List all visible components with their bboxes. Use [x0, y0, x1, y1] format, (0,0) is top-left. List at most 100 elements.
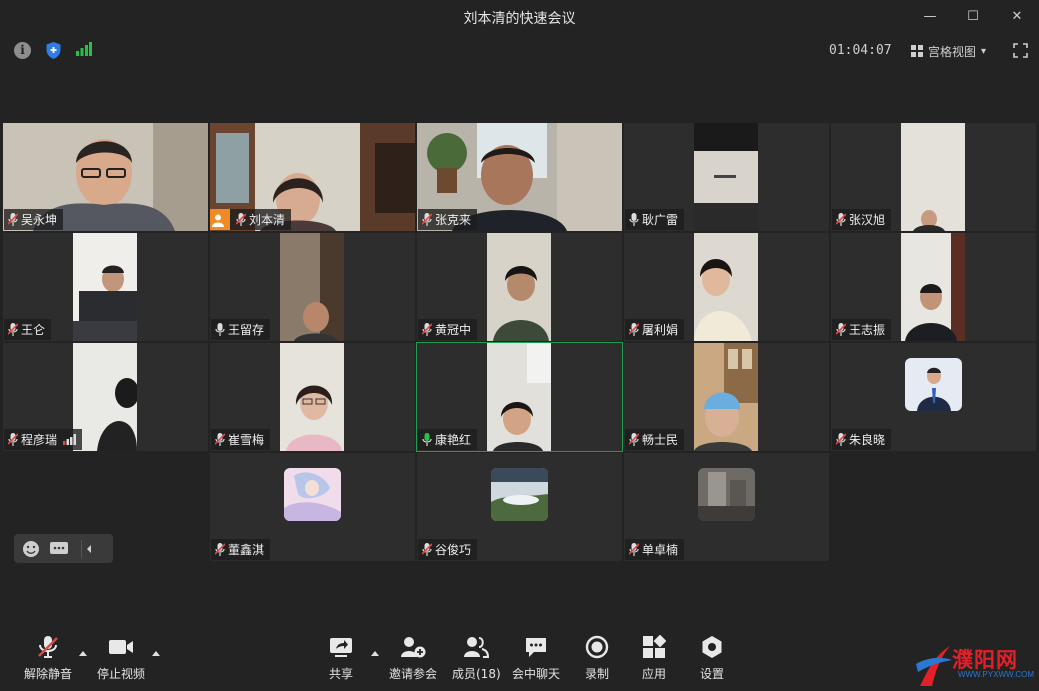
- participant-tile[interactable]: 畅士民: [624, 343, 829, 451]
- message-button[interactable]: [49, 540, 69, 558]
- host-icon: [210, 209, 230, 230]
- participant-tile[interactable]: 单卓楠: [624, 453, 829, 561]
- view-mode-label: 宫格视图: [928, 44, 977, 59]
- participant-name: 屠利娟: [642, 323, 679, 337]
- mic-muted-icon: [8, 323, 18, 336]
- shield-icon[interactable]: [45, 41, 62, 60]
- participant-name-badge: 黄冠中: [418, 319, 478, 340]
- mic-muted-icon: [8, 433, 18, 446]
- mic-muted-icon: [836, 433, 846, 446]
- participant-tile-active-speaker[interactable]: 康艳红: [416, 342, 623, 452]
- participant-name: 耿广雷: [642, 213, 679, 227]
- members-button[interactable]: 成员(18): [452, 635, 501, 682]
- participant-name-badge: 朱良晓: [832, 429, 892, 450]
- record-button[interactable]: 录制: [584, 635, 610, 682]
- maximize-button[interactable]: ☐: [961, 6, 985, 28]
- participant-tile[interactable]: 吴永坤: [3, 123, 208, 231]
- share-options-caret[interactable]: [371, 651, 379, 656]
- participant-name-badge: 单卓楠: [625, 539, 685, 560]
- mic-muted-icon: [422, 543, 432, 556]
- view-mode-button[interactable]: 宫格视图 ▾: [911, 42, 986, 60]
- mic-icon: [629, 213, 639, 226]
- mic-muted-icon: [215, 433, 225, 446]
- participant-tile[interactable]: 崔雪梅: [210, 343, 415, 451]
- participant-name-badge: 王仑: [4, 319, 52, 340]
- participant-name-badge: 崔雪梅: [211, 429, 271, 450]
- close-button[interactable]: ✕: [1005, 6, 1029, 28]
- video-options-caret[interactable]: [152, 651, 160, 656]
- participant-tile[interactable]: 黄冠中: [417, 233, 622, 341]
- emoji-button[interactable]: [21, 540, 41, 558]
- watermark-logo-icon: [916, 646, 952, 686]
- participant-video: [901, 123, 965, 231]
- participant-avatar: [905, 358, 962, 411]
- participant-name-badge: 王留存: [211, 319, 271, 340]
- audio-options-caret[interactable]: [79, 651, 87, 656]
- participant-name-badge: 屠利娟: [625, 319, 685, 340]
- chat-icon: [526, 638, 546, 657]
- invite-button[interactable]: 邀请参会: [389, 635, 437, 682]
- participant-tile[interactable]: 王留存: [210, 233, 415, 341]
- mic-muted-icon: [236, 213, 246, 226]
- participant-tile[interactable]: 王仑: [3, 233, 208, 341]
- participant-video: [487, 343, 551, 451]
- stop-video-label: 停止视频: [97, 667, 146, 681]
- participant-name-badge: 吴永坤: [4, 209, 64, 230]
- video-camera-icon: [109, 640, 133, 654]
- participant-tile[interactable]: 王志振: [831, 233, 1036, 341]
- fullscreen-icon[interactable]: [1013, 43, 1028, 58]
- stop-video-button[interactable]: 停止视频: [97, 635, 145, 682]
- participant-name-badge: 耿广雷: [625, 209, 685, 230]
- share-button[interactable]: 共享: [328, 635, 354, 682]
- participant-name: 吴永坤: [21, 213, 58, 227]
- participant-name: 王留存: [228, 323, 265, 337]
- meeting-title: 刘本清的快速会议: [463, 11, 576, 27]
- participant-name-badge: 程彦瑞: [4, 429, 83, 450]
- settings-button[interactable]: 设置: [699, 635, 725, 682]
- participant-tile[interactable]: 谷俊巧: [417, 453, 622, 561]
- mic-muted-icon: [629, 433, 639, 446]
- meeting-timer: 01:04:07: [829, 43, 892, 58]
- apps-icon: [643, 635, 666, 658]
- participant-avatar: [491, 468, 548, 521]
- participant-tile[interactable]: 刘本清: [210, 123, 415, 231]
- mic-icon: [215, 323, 225, 336]
- participant-video: [280, 233, 344, 341]
- participant-name-badge: 康艳红: [418, 429, 478, 450]
- participant-video: [694, 123, 758, 231]
- emoji-icon: [23, 540, 39, 557]
- participant-video: [73, 233, 137, 341]
- participant-name: 朱良晓: [849, 433, 886, 447]
- mic-muted-icon: [836, 213, 846, 226]
- collapse-button[interactable]: [81, 539, 95, 558]
- message-icon: [50, 541, 68, 554]
- record-icon: [585, 635, 609, 659]
- participant-tile[interactable]: 董鑫淇: [210, 453, 415, 561]
- minimize-button[interactable]: —: [918, 6, 942, 28]
- participant-avatar: [284, 468, 341, 521]
- participant-name: 刘本清: [249, 213, 286, 227]
- participant-tile[interactable]: 耿广雷: [624, 123, 829, 231]
- site-watermark: 濮阳网 WWW.PYXWW.COM: [914, 636, 1036, 690]
- mic-muted-icon: [422, 323, 432, 336]
- members-icon: [464, 637, 490, 658]
- participant-name-badge: 张克来: [418, 209, 478, 230]
- participant-tile[interactable]: 程彦瑞: [3, 343, 208, 451]
- participant-tile[interactable]: 朱良晓: [831, 343, 1036, 451]
- participant-tile[interactable]: 张克来: [417, 123, 622, 231]
- apps-button[interactable]: 应用: [641, 635, 667, 682]
- chat-label: 会中聊天: [512, 667, 561, 681]
- participant-video: [487, 233, 551, 341]
- participant-name: 单卓楠: [642, 543, 679, 557]
- info-icon[interactable]: i: [14, 42, 31, 59]
- participant-name-badge: 张汉旭: [832, 209, 892, 230]
- chat-button[interactable]: 会中聊天: [512, 635, 560, 682]
- participant-tile[interactable]: 屠利娟: [624, 233, 829, 341]
- chevron-left-icon: [86, 544, 91, 553]
- unmute-button[interactable]: 解除静音: [24, 635, 72, 682]
- participant-name-badge: 董鑫淇: [211, 539, 271, 560]
- mic-muted-icon: [629, 323, 639, 336]
- participant-tile[interactable]: 张汉旭: [831, 123, 1036, 231]
- participant-name-badge: 王志振: [832, 319, 892, 340]
- network-signal-icon[interactable]: [76, 42, 92, 56]
